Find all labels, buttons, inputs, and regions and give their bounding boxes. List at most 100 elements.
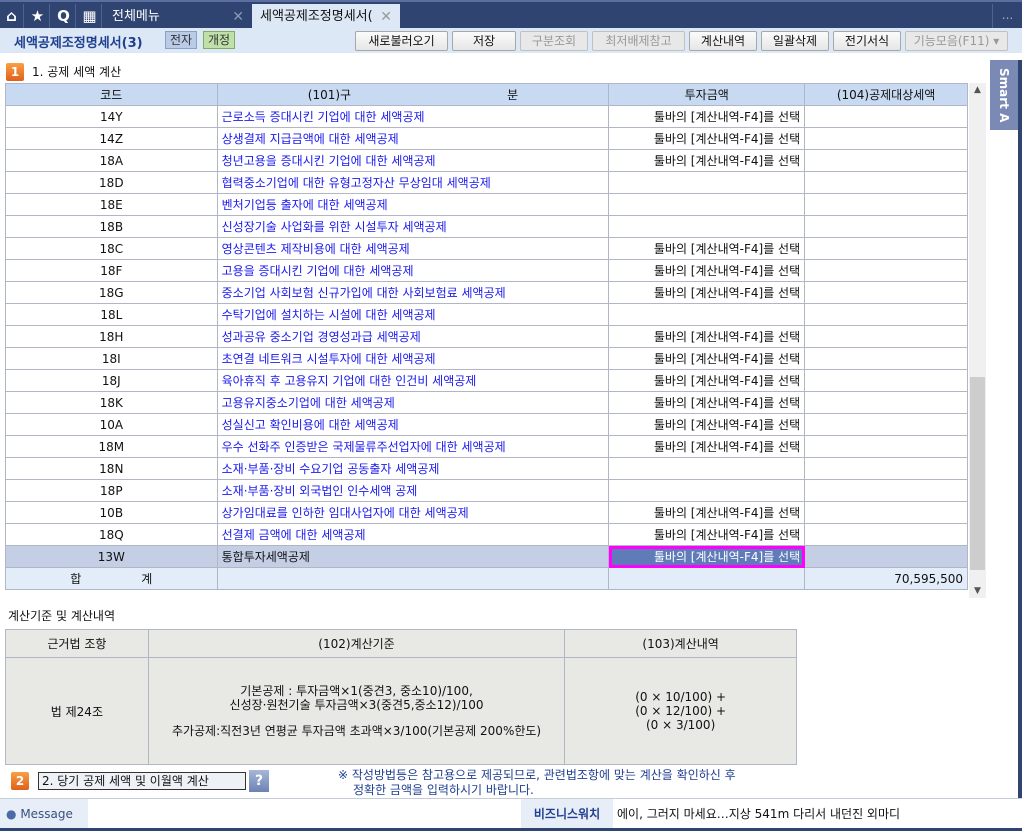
table-scrollbar[interactable]: ▲ ▼	[969, 83, 986, 598]
code-cell[interactable]: 10A	[5, 413, 218, 436]
home-icon[interactable]: ⌂	[0, 4, 24, 28]
category-cell[interactable]: 고용을 증대시킨 기업에 대한 세액공제	[216, 259, 610, 282]
code-cell[interactable]: 18I	[5, 347, 218, 370]
category-cell[interactable]: 소재·부품·장비 수요기업 공동출자 세액공제	[216, 457, 610, 480]
deductible-tax-cell[interactable]	[804, 325, 968, 348]
message-button[interactable]: ● Message	[0, 799, 88, 829]
table-row[interactable]: 18E 벤처기업등 출자에 대한 세액공제	[5, 193, 968, 216]
code-cell[interactable]: 18F	[5, 259, 218, 282]
investment-cell[interactable]: 툴바의 [계산내역-F4]를 선택	[608, 105, 806, 128]
deductible-tax-cell[interactable]	[804, 281, 968, 304]
investment-cell[interactable]: 툴바의 [계산내역-F4]를 선택	[608, 237, 806, 260]
delete-all-button[interactable]: 일괄삭제	[761, 31, 829, 51]
star-icon[interactable]: ★	[26, 4, 50, 28]
deductible-tax-cell[interactable]	[804, 193, 968, 216]
investment-cell[interactable]: 툴바의 [계산내역-F4]를 선택	[608, 391, 806, 414]
scroll-up-icon[interactable]: ▲	[969, 85, 986, 95]
investment-cell[interactable]: 툴바의 [계산내역-F4]를 선택	[608, 369, 806, 392]
deductible-tax-cell[interactable]	[804, 501, 968, 524]
category-cell[interactable]: 통합투자세액공제	[216, 545, 610, 568]
category-cell[interactable]: 상생결제 지급금액에 대한 세액공제	[216, 127, 610, 150]
investment-cell[interactable]	[608, 193, 806, 216]
investment-cell[interactable]	[608, 171, 806, 194]
category-cell[interactable]: 신성장기술 사업화를 위한 시설투자 세액공제	[216, 215, 610, 238]
deductible-tax-cell[interactable]	[804, 105, 968, 128]
code-cell[interactable]: 13W	[5, 545, 218, 568]
investment-cell[interactable]: 툴바의 [계산내역-F4]를 선택	[608, 127, 806, 150]
investment-cell[interactable]	[608, 215, 806, 238]
code-cell[interactable]: 18A	[5, 149, 218, 172]
category-cell[interactable]: 중소기업 사회보험 신규가입에 대한 사회보험료 세액공제	[216, 281, 610, 304]
table-row[interactable]: 18L 수탁기업에 설치하는 시설에 대한 세액공제	[5, 303, 968, 326]
table-row[interactable]: 18K 고용유지중소기업에 대한 세액공제 툴바의 [계산내역-F4]를 선택	[5, 391, 968, 414]
reload-button[interactable]: 새로불러오기	[355, 31, 448, 51]
category-cell[interactable]: 청년고용을 증대시킨 기업에 대한 세액공제	[216, 149, 610, 172]
tab-tax-credit[interactable]: 세액공제조정명세서(✕	[252, 4, 400, 30]
table-row[interactable]: 18D 협력중소기업에 대한 유형고정자산 무상임대 세액공제	[5, 171, 968, 194]
category-cell[interactable]: 벤처기업등 출자에 대한 세액공제	[216, 193, 610, 216]
investment-cell[interactable]	[608, 479, 806, 502]
table-row[interactable]: 18I 초연결 네트워크 시설투자에 대한 세액공제 툴바의 [계산내역-F4]를 …	[5, 347, 968, 370]
table-row[interactable]: 18B 신성장기술 사업화를 위한 시설투자 세액공제	[5, 215, 968, 238]
save-button[interactable]: 저장	[452, 31, 516, 51]
prior-form-button[interactable]: 전기서식	[833, 31, 901, 51]
scroll-down-icon[interactable]: ▼	[969, 586, 986, 596]
code-cell[interactable]: 14Z	[5, 127, 218, 150]
investment-cell[interactable]: 툴바의 [계산내역-F4]를 선택	[608, 501, 806, 524]
scrollbar-thumb[interactable]	[970, 377, 985, 570]
investment-cell[interactable]: 툴바의 [계산내역-F4]를 선택	[608, 435, 806, 458]
code-cell[interactable]: 14Y	[5, 105, 218, 128]
news-ticker[interactable]: 에이, 그러지 마세요…지상 541m 다리서 내던진 외마디	[617, 799, 900, 829]
section2-select[interactable]: 2. 당기 공제 세액 및 이월액 계산	[38, 772, 246, 790]
table-row[interactable]: 10B 상가임대료를 인하한 임대사업자에 대한 세액공제 툴바의 [계산내역-F4…	[5, 501, 968, 524]
deductible-tax-cell[interactable]	[804, 391, 968, 414]
code-cell[interactable]: 18M	[5, 435, 218, 458]
category-cell[interactable]: 영상콘텐츠 제작비용에 대한 세액공제	[216, 237, 610, 260]
code-cell[interactable]: 18C	[5, 237, 218, 260]
investment-cell[interactable]: 툴바의 [계산내역-F4]를 선택	[608, 325, 806, 348]
investment-cell[interactable]: 툴바의 [계산내역-F4]를 선택	[608, 545, 806, 568]
deductible-tax-cell[interactable]	[804, 479, 968, 502]
code-cell[interactable]: 18Q	[5, 523, 218, 546]
code-cell[interactable]: 18E	[5, 193, 218, 216]
category-cell[interactable]: 성실신고 확인비용에 대한 세액공제	[216, 413, 610, 436]
close-icon[interactable]: ✕	[232, 4, 244, 30]
code-cell[interactable]: 18J	[5, 369, 218, 392]
calendar-icon[interactable]: ▦	[78, 4, 102, 28]
code-cell[interactable]: 18P	[5, 479, 218, 502]
investment-cell[interactable]: 툴바의 [계산내역-F4]를 선택	[608, 149, 806, 172]
more-icon[interactable]: ...	[992, 4, 1022, 30]
calc-details-button[interactable]: 계산내역	[689, 31, 757, 51]
investment-cell[interactable]: 툴바의 [계산내역-F4]를 선택	[608, 523, 806, 546]
code-cell[interactable]: 18N	[5, 457, 218, 480]
table-row[interactable]: 18Q 선결제 금액에 대한 세액공제 툴바의 [계산내역-F4]를 선택	[5, 523, 968, 546]
category-cell[interactable]: 선결제 금액에 대한 세액공제	[216, 523, 610, 546]
code-cell[interactable]: 18L	[5, 303, 218, 326]
investment-cell[interactable]: 툴바의 [계산내역-F4]를 선택	[608, 413, 806, 436]
deductible-tax-cell[interactable]	[804, 259, 968, 282]
help-icon[interactable]: ?	[249, 770, 269, 792]
investment-cell[interactable]	[608, 303, 806, 326]
deductible-tax-cell[interactable]	[804, 149, 968, 172]
table-row[interactable]: 18C 영상콘텐츠 제작비용에 대한 세액공제 툴바의 [계산내역-F4]를 선택	[5, 237, 968, 260]
code-cell[interactable]: 10B	[5, 501, 218, 524]
category-lookup-button[interactable]: 구분조회	[520, 31, 588, 51]
search-icon[interactable]: Q	[52, 4, 76, 28]
table-row[interactable]: 10A 성실신고 확인비용에 대한 세액공제 툴바의 [계산내역-F4]를 선택	[5, 413, 968, 436]
category-cell[interactable]: 육아휴직 후 고용유지 기업에 대한 인건비 세액공제	[216, 369, 610, 392]
table-row[interactable]: 18G 중소기업 사회보험 신규가입에 대한 사회보험료 세액공제 툴바의 [계산내…	[5, 281, 968, 304]
deductible-tax-cell[interactable]	[804, 435, 968, 458]
deductible-tax-cell[interactable]	[804, 303, 968, 326]
investment-cell[interactable]: 툴바의 [계산내역-F4]를 선택	[608, 347, 806, 370]
table-row[interactable]: 14Z 상생결제 지급금액에 대한 세액공제 툴바의 [계산내역-F4]를 선택	[5, 127, 968, 150]
deductible-tax-cell[interactable]	[804, 413, 968, 436]
category-cell[interactable]: 고용유지중소기업에 대한 세액공제	[216, 391, 610, 414]
table-row[interactable]: 18A 청년고용을 증대시킨 기업에 대한 세액공제 툴바의 [계산내역-F4]를 …	[5, 149, 968, 172]
investment-cell[interactable]: 툴바의 [계산내역-F4]를 선택	[608, 281, 806, 304]
deductible-tax-cell[interactable]	[804, 457, 968, 480]
close-icon[interactable]: ✕	[380, 4, 392, 30]
deductible-tax-cell[interactable]	[804, 171, 968, 194]
deductible-tax-cell[interactable]	[804, 237, 968, 260]
deductible-tax-cell[interactable]	[804, 127, 968, 150]
deductible-tax-cell[interactable]	[804, 523, 968, 546]
